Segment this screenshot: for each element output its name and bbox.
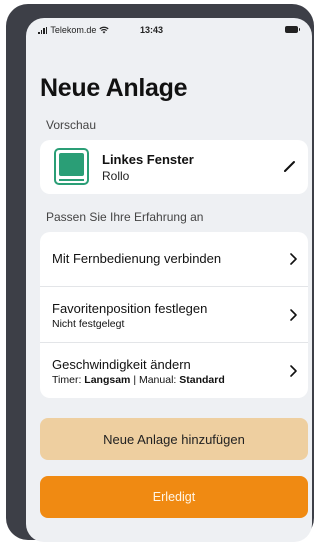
edit-pencil-icon[interactable]: [282, 158, 298, 174]
add-device-button[interactable]: Neue Anlage hinzufügen: [40, 418, 308, 460]
timer-value: Langsam: [84, 374, 131, 386]
status-left: Telekom.de: [38, 25, 110, 35]
chevron-right-icon: [290, 309, 297, 321]
carrier-label: Telekom.de: [50, 25, 97, 35]
speed-label: Geschwindigkeit ändern: [52, 357, 191, 372]
timer-prefix: Timer:: [52, 374, 82, 386]
preview-card: Linkes Fenster Rollo: [40, 140, 308, 194]
device-name: Linkes Fenster: [102, 152, 194, 167]
favorite-position-value: Nicht festgelegt: [52, 318, 125, 330]
favorite-position-label: Favoritenposition festlegen: [52, 301, 208, 316]
battery-icon: [285, 26, 300, 33]
signal-icon: [38, 26, 48, 34]
manual-prefix: Manual:: [138, 374, 177, 386]
wifi-icon: [99, 26, 110, 34]
favorite-position-row[interactable]: Favoritenposition festlegen Nicht festge…: [40, 286, 308, 342]
status-time: 13:43: [140, 25, 164, 35]
status-bar: Telekom.de 13:43: [26, 18, 312, 44]
preview-section-label: Vorschau: [46, 118, 97, 132]
speed-value: Timer: Langsam | Manual: Standard: [52, 374, 225, 386]
speed-separator: |: [133, 374, 137, 386]
speed-row[interactable]: Geschwindigkeit ändern Timer: Langsam | …: [40, 342, 308, 398]
customize-section-label: Passen Sie Ihre Erfahrung an: [46, 210, 204, 224]
done-button[interactable]: Erledigt: [40, 476, 308, 518]
manual-value: Standard: [179, 374, 225, 386]
window-blind-icon: [54, 148, 89, 185]
chevron-right-icon: [290, 365, 297, 377]
device-type: Rollo: [102, 169, 130, 183]
connect-remote-label: Mit Fernbedienung verbinden: [52, 251, 222, 266]
options-card: Mit Fernbedienung verbinden Favoritenpos…: [40, 232, 308, 398]
phone-frame: Telekom.de 13:43 Neue Anlage Vorschau Li…: [6, 4, 314, 542]
app-screen: Telekom.de 13:43 Neue Anlage Vorschau Li…: [26, 18, 312, 542]
page-title: Neue Anlage: [40, 74, 188, 102]
chevron-right-icon: [290, 253, 297, 265]
connect-remote-row[interactable]: Mit Fernbedienung verbinden: [40, 232, 308, 286]
